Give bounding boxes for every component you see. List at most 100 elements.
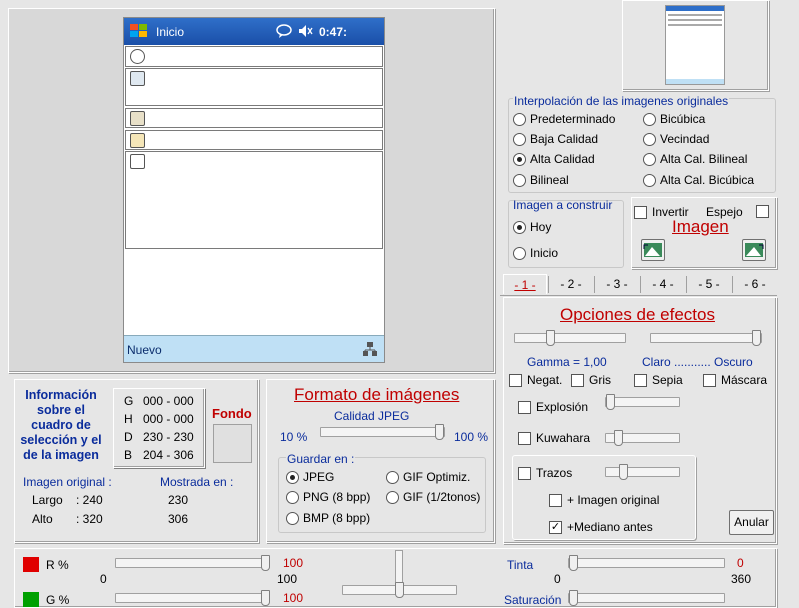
tab-divider	[594, 276, 595, 293]
interpolation-option[interactable]: Alta Calidad	[513, 152, 595, 166]
coord-key: B	[124, 448, 133, 462]
coord-value: 000 - 000	[143, 412, 194, 426]
calidad-max: 100 %	[454, 430, 489, 444]
pda-row-contacts	[125, 68, 383, 106]
explosion-slider[interactable]	[605, 394, 680, 410]
tinta-slider[interactable]	[568, 555, 725, 571]
format-option[interactable]: JPEG	[286, 470, 334, 484]
pda-row-calendar	[125, 108, 383, 128]
effects-title: Opciones de efectos	[560, 305, 715, 324]
tinta-min: 0	[554, 572, 561, 586]
tinta-label: Tinta	[507, 558, 534, 572]
interpolation-option[interactable]: Baja Calidad	[513, 132, 598, 146]
format-title: Formato de imágenes	[294, 385, 460, 404]
interpolation-option[interactable]: Bilineal	[513, 173, 569, 187]
format-option[interactable]: GIF (1/2tonos)	[386, 490, 480, 504]
tab-5[interactable]: - 5 -	[687, 274, 731, 294]
imagen-original-checkbox[interactable]: + Imagen original	[549, 493, 659, 507]
format-option[interactable]: PNG (8 bpp)	[286, 490, 370, 504]
inbox-icon	[130, 133, 145, 148]
slider-thumb[interactable]	[261, 555, 270, 571]
tab-6[interactable]: - 6 -	[733, 274, 777, 294]
r-max: 100	[277, 572, 298, 586]
rotate-left-button[interactable]	[641, 239, 665, 261]
interpolation-option[interactable]: Alta Cal. Bilineal	[643, 152, 747, 166]
interpolation-option[interactable]: Predeterminado	[513, 112, 615, 126]
slider-thumb[interactable]	[606, 394, 615, 410]
interpolation-option[interactable]: Alta Cal. Bicúbica	[643, 173, 754, 187]
kuwahara-checkbox[interactable]: Kuwahara	[518, 431, 590, 445]
radio-dot	[643, 152, 656, 166]
center-slider[interactable]	[342, 582, 457, 598]
build-hoy-radio[interactable]: Hoy	[513, 220, 551, 234]
slider-thumb[interactable]	[569, 555, 578, 571]
interpolation-option[interactable]: Vecindad	[643, 132, 709, 146]
trazos-checkbox[interactable]: Trazos	[518, 466, 572, 480]
tab-4[interactable]: - 4 -	[641, 274, 685, 294]
alto-shown: 306	[168, 512, 189, 526]
windows-flag-icon	[129, 22, 149, 40]
claro-slider[interactable]	[650, 330, 762, 346]
pda-row-tasks	[125, 151, 383, 249]
mediano-checkbox[interactable]: ✓ +Mediano antes	[549, 520, 653, 534]
radio-dot	[286, 511, 299, 525]
interpolation-title: Interpolación de las imagenes originales	[513, 94, 730, 108]
slider-thumb[interactable]	[619, 464, 628, 480]
radio-dot	[513, 152, 526, 166]
r-label: R %	[46, 558, 69, 572]
radio-dot	[513, 173, 526, 187]
build-inicio-radio[interactable]: Inicio	[513, 246, 558, 260]
coord-key: G	[124, 394, 134, 408]
coord-value: 230 - 230	[143, 430, 194, 444]
interpolation-option[interactable]: Bicúbica	[643, 112, 705, 126]
largo-shown: 230	[168, 493, 189, 507]
slider-thumb[interactable]	[546, 330, 555, 346]
format-option[interactable]: BMP (8 bpp)	[286, 511, 370, 525]
anular-button[interactable]: Anular	[729, 510, 774, 535]
kuwahara-slider[interactable]	[605, 430, 680, 446]
calidad-slider[interactable]	[320, 424, 445, 440]
tab-2[interactable]: - 2 -	[549, 274, 593, 294]
thumbnail-panel	[622, 0, 769, 91]
radio-dot	[513, 132, 526, 146]
slider-thumb[interactable]	[614, 430, 623, 446]
largo-label: Largo	[32, 493, 63, 507]
slider-thumb[interactable]	[435, 424, 444, 440]
espejo-checkbox[interactable]	[756, 205, 769, 218]
thumbnail-image	[665, 5, 725, 85]
slider-thumb[interactable]	[752, 330, 761, 346]
pda-new-label[interactable]: Nuevo	[127, 343, 162, 357]
gamma-slider[interactable]	[514, 330, 626, 346]
tasks-icon	[130, 154, 145, 169]
radio-dot	[386, 470, 399, 484]
saturacion-slider[interactable]	[568, 590, 725, 606]
red-swatch	[23, 557, 39, 572]
tab-1[interactable]: - 1 -	[503, 274, 547, 294]
fondo-color-swatch[interactable]	[213, 424, 252, 463]
guardar-label: Guardar en :	[286, 452, 356, 466]
coord-value: 204 - 306	[143, 448, 194, 462]
alto-value: : 320	[76, 512, 103, 526]
r-slider[interactable]	[115, 555, 270, 571]
slider-thumb[interactable]	[395, 582, 404, 598]
format-option[interactable]: GIF Optimiz.	[386, 470, 470, 484]
pda-row-inbox	[125, 130, 383, 150]
tab-3[interactable]: - 3 -	[595, 274, 639, 294]
explosion-checkbox[interactable]: Explosión	[518, 400, 588, 414]
r-min: 0	[100, 572, 107, 586]
negat-checkbox[interactable]: Negat.	[509, 373, 562, 387]
check-icon: ✓	[549, 520, 562, 534]
mascara-checkbox[interactable]: Máscara	[703, 373, 767, 387]
pda-title-bar: Inicio 0:47:	[124, 18, 384, 45]
sepia-checkbox[interactable]: Sepia	[634, 373, 683, 387]
pda-bottom-bar: Nuevo	[124, 335, 384, 362]
clock-icon	[130, 49, 145, 64]
trazos-slider[interactable]	[605, 464, 680, 480]
slider-thumb[interactable]	[261, 590, 270, 606]
rotate-right-button[interactable]	[742, 239, 766, 261]
slider-thumb[interactable]	[569, 590, 578, 606]
radio-dot	[513, 246, 526, 260]
g-slider[interactable]	[115, 590, 270, 606]
gris-checkbox[interactable]: Gris	[571, 373, 611, 387]
g-value: 100	[283, 591, 304, 605]
